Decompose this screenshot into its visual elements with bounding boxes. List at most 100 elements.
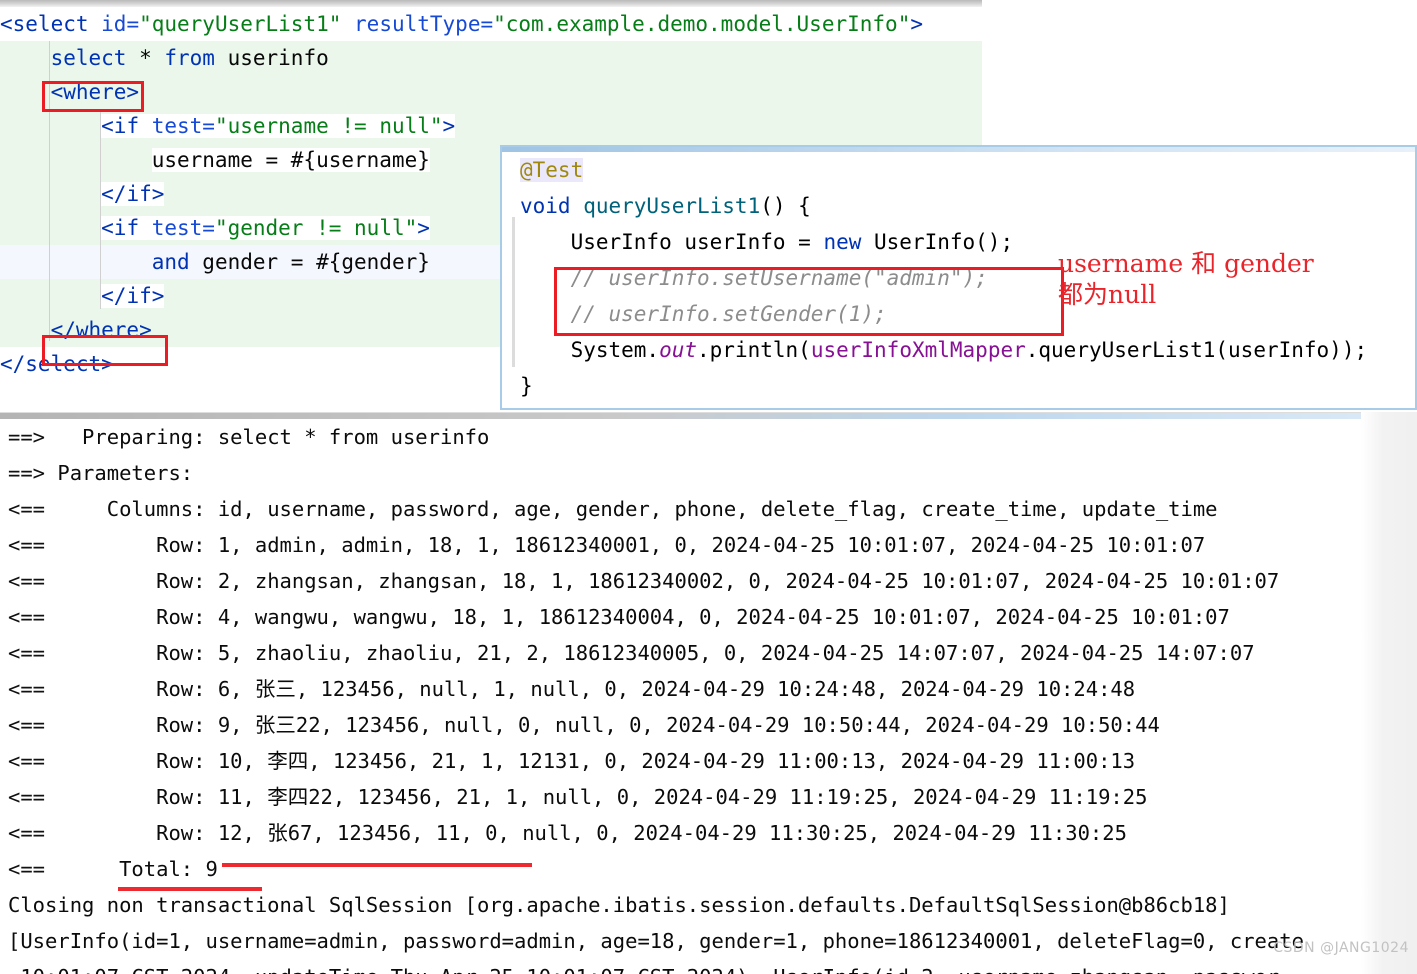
code-token: .queryUserList1(userInfo)); xyxy=(1025,338,1368,362)
console-direction-marker: <== xyxy=(8,533,58,557)
console-direction-marker: ==> xyxy=(8,425,58,449)
code-token: "com.example.demo.model.UserInfo" xyxy=(493,12,911,36)
xml-code-line[interactable]: <if test="username != null"> xyxy=(0,109,982,143)
console-direction-marker: <== xyxy=(8,605,58,629)
console-line-text: Row: 4, wangwu, wangwu, 18, 1, 186123400… xyxy=(57,605,1230,629)
xml-line-text: <if test="gender != null"> xyxy=(101,216,430,240)
xml-line-text: and gender = #{gender} xyxy=(152,250,430,274)
code-token: UserInfo(); xyxy=(874,230,1014,254)
code-token: username = #{username} xyxy=(151,148,430,172)
csdn-watermark: CSDN @JANG1024 xyxy=(1273,940,1409,956)
code-token: </if> xyxy=(101,182,165,206)
code-token: gender = #{gender} xyxy=(189,250,430,274)
code-token: </where> xyxy=(50,318,152,342)
console-line-text: Parameters: xyxy=(57,461,206,485)
console-line[interactable]: <== Row: 10, 李四, 123456, 21, 1, 12131, 0… xyxy=(0,743,1361,779)
console-line-text: Row: 1, admin, admin, 18, 1, 18612340001… xyxy=(57,533,1206,557)
console-line[interactable]: [UserInfo(id=1, username=admin, password… xyxy=(0,923,1361,959)
indent-guide xyxy=(49,41,50,341)
screenshot-root: <select id="queryUserList1" resultType="… xyxy=(0,0,1417,974)
code-token: new xyxy=(823,230,875,254)
console-direction-marker: <== xyxy=(8,749,58,773)
code-token: <if xyxy=(101,114,152,138)
console-line[interactable]: ==> Preparing: select * from userinfo xyxy=(0,419,1361,455)
console-line[interactable]: 10:01:07 CST 2024, updateTime=Thu Apr 25… xyxy=(0,959,1361,974)
code-token: from xyxy=(164,46,215,70)
code-token: > xyxy=(417,216,430,240)
code-token: UserInfo userInfo = xyxy=(520,230,824,254)
console-direction-marker: <== xyxy=(8,641,58,665)
annotation-username-gender-null: username 和 gender 都为null xyxy=(1058,249,1314,309)
console-line-text: Row: 6, 张三, 123456, null, 1, null, 0, 20… xyxy=(57,677,1136,701)
console-direction-marker: <== xyxy=(8,497,58,521)
xml-line-text: <where> xyxy=(51,80,140,104)
code-token: userinfo xyxy=(214,46,329,70)
code-token: // userInfo.setUsername("admin"); xyxy=(520,266,988,290)
console-line[interactable]: Closing non transactional SqlSession [or… xyxy=(0,887,1361,923)
xml-line-text: username = #{username} xyxy=(151,148,430,172)
run-console-panel[interactable]: ==> Preparing: select * from userinfo ==>… xyxy=(0,412,1361,974)
xml-line-text: </where> xyxy=(51,318,152,342)
console-line[interactable]: <== Row: 5, zhaoliu, zhaoliu, 21, 2, 186… xyxy=(0,635,1361,671)
code-token: @Test xyxy=(520,158,584,182)
code-token: * xyxy=(126,46,165,70)
console-direction-marker: <== xyxy=(8,857,58,881)
xml-code-line[interactable]: <where> xyxy=(0,75,982,109)
console-line-text: Row: 9, 张三22, 123456, null, 0, null, 0, … xyxy=(57,713,1160,737)
code-token: System. xyxy=(520,338,660,362)
java-code-line[interactable]: } xyxy=(502,368,1415,404)
console-line[interactable]: <== Total: 9 xyxy=(0,851,1361,887)
console-line[interactable]: <== Row: 4, wangwu, wangwu, 18, 1, 18612… xyxy=(0,599,1361,635)
console-line-text: Columns: id, username, password, age, ge… xyxy=(57,497,1218,521)
xml-line-text: </select> xyxy=(0,352,114,376)
console-line[interactable]: <== Columns: id, username, password, age… xyxy=(0,491,1361,527)
java-code-line[interactable]: @Test xyxy=(502,152,1415,188)
code-token: <where> xyxy=(50,80,140,104)
code-token: () { xyxy=(760,194,811,218)
indent-guide xyxy=(100,109,101,309)
java-code-line[interactable]: System.out.println(userInfoXmlMapper.que… xyxy=(502,332,1415,368)
code-token: resultType= xyxy=(341,12,494,36)
console-direction-marker: <== xyxy=(8,713,58,737)
console-line[interactable]: ==> Parameters: xyxy=(0,455,1361,491)
code-token: <select xyxy=(0,12,102,36)
console-direction-marker: <== xyxy=(8,677,58,701)
code-token: test= xyxy=(151,216,215,240)
code-token: void xyxy=(520,194,584,218)
xml-line-text: </if> xyxy=(101,182,165,206)
code-token: } xyxy=(520,374,533,398)
code-token: <if xyxy=(101,216,152,240)
console-line-text: Row: 5, zhaoliu, zhaoliu, 21, 2, 1861234… xyxy=(57,641,1255,665)
code-token: > xyxy=(442,114,456,138)
console-line[interactable]: <== Row: 1, admin, admin, 18, 1, 1861234… xyxy=(0,527,1361,563)
code-token: // userInfo.setGender(1); xyxy=(520,302,887,326)
code-token: select xyxy=(50,46,127,70)
xml-code-line[interactable]: <select id="queryUserList1" resultType="… xyxy=(0,7,982,41)
console-line[interactable]: <== Row: 12, 张67, 123456, 11, 0, null, 0… xyxy=(0,815,1361,851)
console-line-text: Row: 10, 李四, 123456, 21, 1, 12131, 0, 20… xyxy=(57,749,1136,773)
underline-total-count xyxy=(118,887,262,891)
code-token: .println( xyxy=(697,338,811,362)
console-direction-marker: <== xyxy=(8,821,58,845)
console-line[interactable]: <== Row: 2, zhangsan, zhangsan, 18, 1, 1… xyxy=(0,563,1361,599)
code-token: out xyxy=(659,338,698,362)
code-token: "username != null" xyxy=(214,114,443,138)
underline-preparing-sql xyxy=(222,863,532,867)
console-line[interactable]: <== Row: 6, 张三, 123456, null, 1, null, 0… xyxy=(0,671,1361,707)
java-code-line[interactable]: void queryUserList1() { xyxy=(502,188,1415,224)
code-token: and xyxy=(151,250,190,274)
xml-code-line[interactable]: select * from userinfo xyxy=(0,41,982,75)
code-token: </select> xyxy=(0,352,114,376)
code-token: "gender != null" xyxy=(214,216,418,240)
console-direction-marker: <== xyxy=(8,569,58,593)
console-line-text: Total: 9 xyxy=(57,857,218,881)
xml-line-text: <select id="queryUserList1" resultType="… xyxy=(0,12,923,36)
console-line[interactable]: <== Row: 9, 张三22, 123456, null, 0, null,… xyxy=(0,707,1361,743)
console-line[interactable]: <== Row: 11, 李四22, 123456, 21, 1, null, … xyxy=(0,779,1361,815)
